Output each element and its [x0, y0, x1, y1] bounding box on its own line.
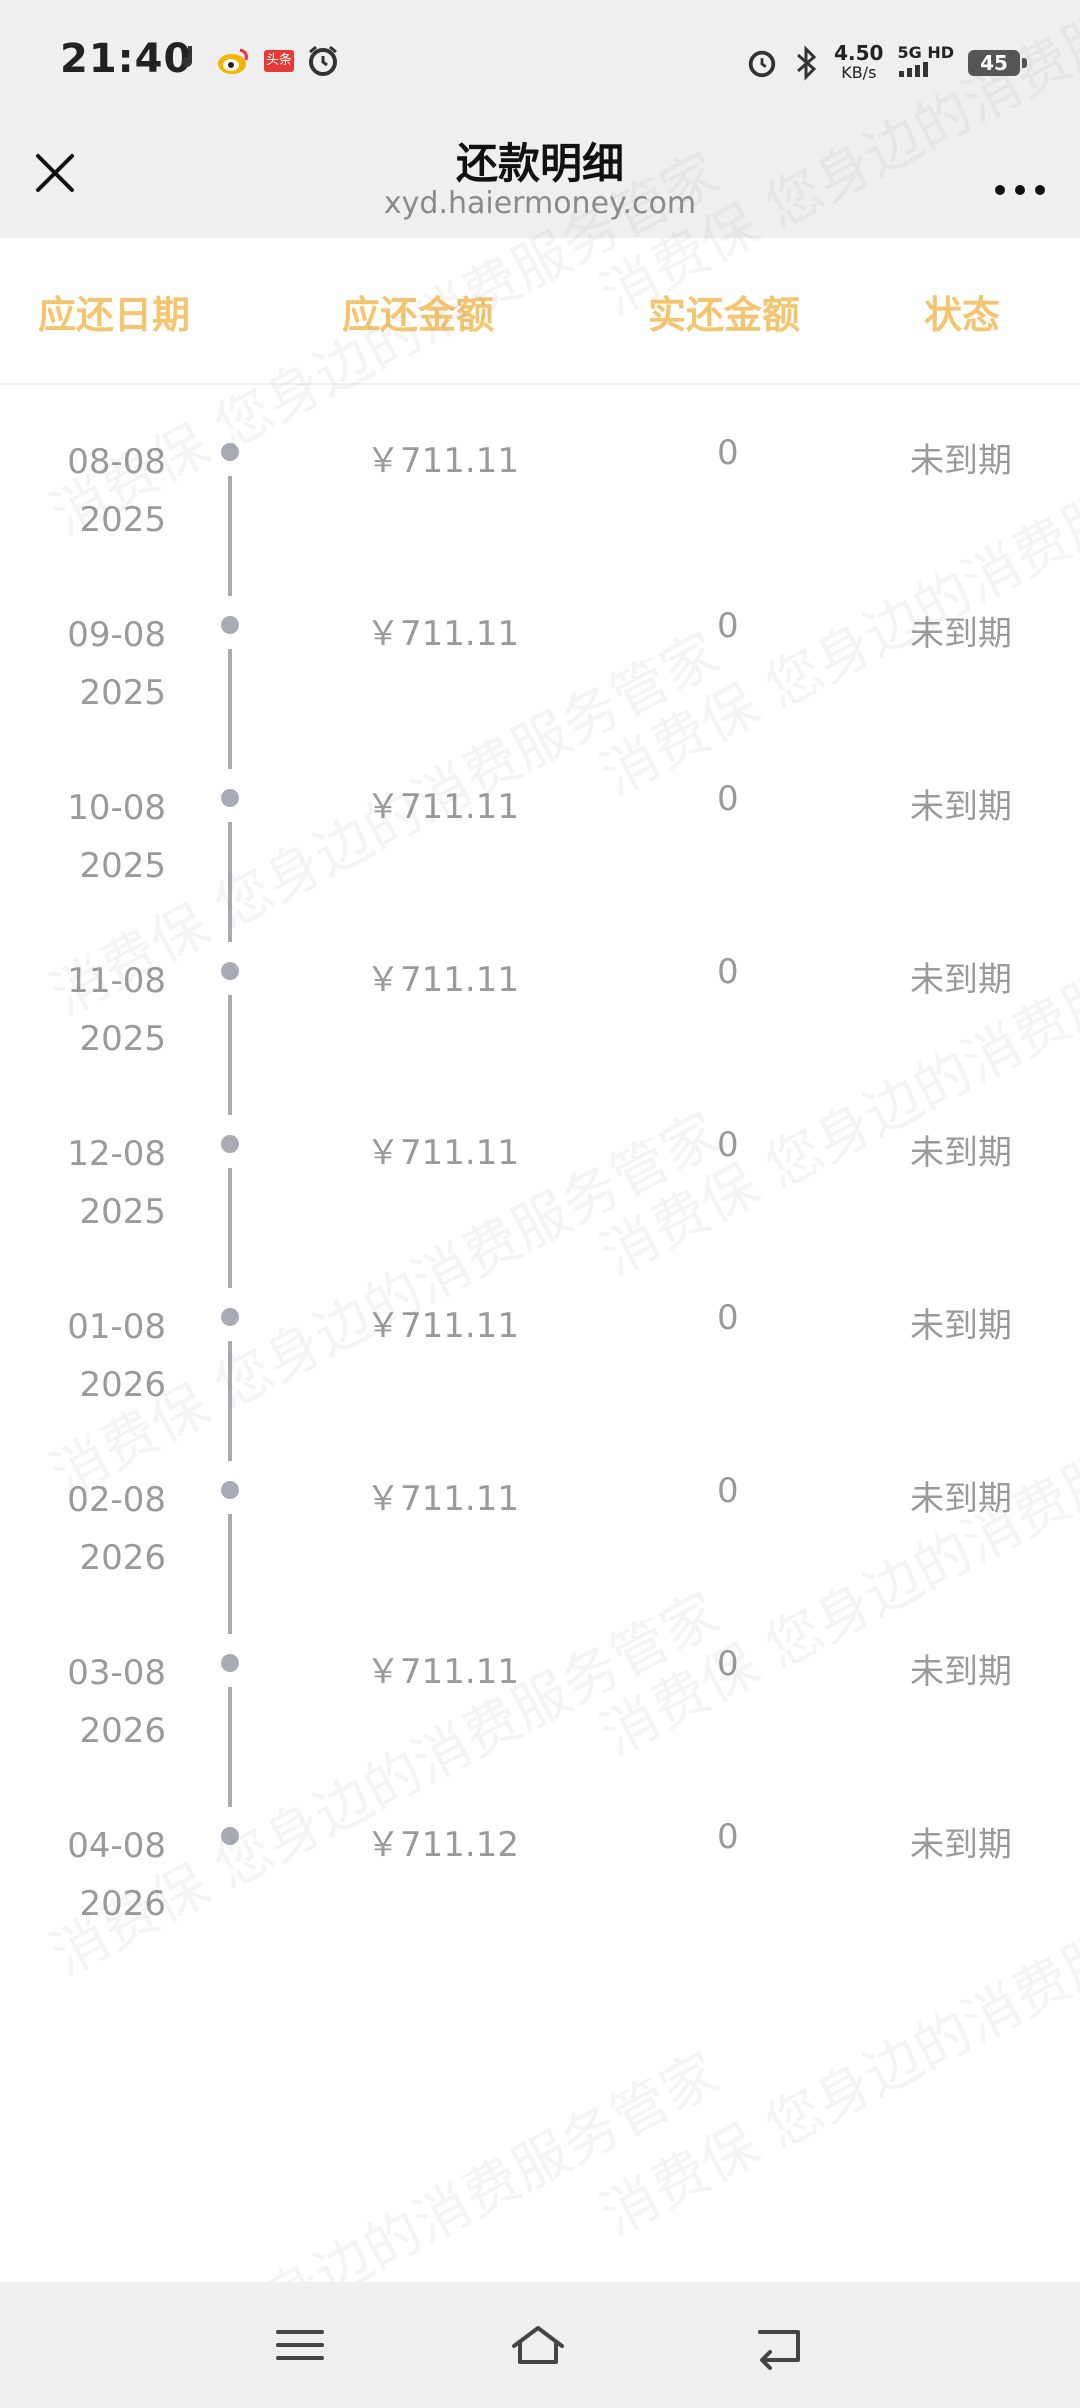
status-text: 未到期: [910, 614, 1012, 654]
more-options-button[interactable]: [990, 148, 1050, 198]
status-text: 未到期: [910, 1133, 1012, 1173]
due-amount: ￥711.11: [366, 787, 519, 827]
bluetooth-icon: [797, 45, 817, 81]
timeline-dot: [221, 1481, 239, 1499]
table-row: 02-08 2026 ￥711.11 0 未到期: [0, 1421, 1080, 1634]
timeline-dot: [221, 789, 239, 807]
due-date: 04-08 2026: [67, 1826, 166, 1924]
status-text: 未到期: [910, 1652, 1012, 1692]
status-text: 未到期: [910, 1825, 1012, 1865]
header-paid-amount: 实还金额: [648, 293, 801, 337]
status-text: 未到期: [910, 960, 1012, 1000]
table-row: 08-08 2025 ￥711.11 0 未到期: [0, 383, 1080, 596]
page-domain: xyd.haiermoney.com: [383, 186, 697, 221]
status-time: 21:40: [60, 36, 193, 82]
status-text: 未到期: [910, 1306, 1012, 1346]
table-row: 03-08 2026 ￥711.11 0 未到期: [0, 1594, 1080, 1807]
paid-amount: 0: [717, 1817, 739, 1857]
net-speed: 4.50 KB/s: [834, 41, 884, 82]
status-right-group: 4.50 KB/s 5G HD 45: [746, 38, 1027, 88]
header-due-amount: 应还金额: [342, 293, 495, 337]
navigation-bar: 还款明细 xyd.haiermoney.com: [0, 130, 1080, 238]
due-date: 12-08 2025: [67, 1134, 166, 1232]
status-text: 未到期: [910, 441, 1012, 481]
paid-amount: 0: [717, 1644, 739, 1684]
paid-amount: 0: [717, 1125, 739, 1165]
timeline-dot: [221, 1654, 239, 1672]
timeline-dot: [221, 1827, 239, 1845]
timeline-dot: [221, 443, 239, 461]
due-date: 11-08 2025: [67, 961, 166, 1059]
due-date: 10-08 2025: [67, 788, 166, 886]
alarm-icon: [748, 50, 776, 78]
timeline-dot: [221, 616, 239, 634]
due-date: 09-08 2025: [67, 615, 166, 713]
status-bar: 21:40 头条 4.50 KB/s 5G HD 45: [0, 0, 1080, 130]
signal-bars-icon: [899, 62, 929, 77]
due-amount: ￥711.11: [366, 1133, 519, 1173]
paid-amount: 0: [717, 1471, 739, 1511]
table-row: 12-08 2025 ￥711.11 0 未到期: [0, 1075, 1080, 1288]
system-nav-bar: [0, 2282, 1080, 2408]
timeline-dot: [221, 1135, 239, 1153]
home-icon[interactable]: [508, 2320, 568, 2370]
due-date: 02-08 2026: [67, 1480, 166, 1578]
paid-amount: 0: [717, 1298, 739, 1338]
due-amount: ￥711.11: [366, 960, 519, 1000]
table-row: 11-08 2025 ￥711.11 0 未到期: [0, 902, 1080, 1115]
header-status: 状态: [924, 293, 1001, 337]
menu-icon[interactable]: [270, 2320, 330, 2370]
toutiao-icon: 头条: [264, 50, 294, 72]
alarm-icon: [309, 45, 337, 76]
page-title: 还款明细: [455, 139, 624, 188]
battery-indicator: 45: [968, 50, 1027, 76]
music-note-icon: [182, 46, 192, 67]
timeline-dot: [221, 962, 239, 980]
signal-indicator: 5G HD: [897, 45, 954, 81]
paid-amount: 0: [717, 433, 739, 473]
table-row: 01-08 2026 ￥711.11 0 未到期: [0, 1248, 1080, 1461]
table-row: 04-08 2026 ￥711.12 0 未到期: [0, 1767, 1080, 1940]
due-amount: ￥711.12: [366, 1825, 519, 1865]
due-date: 08-08 2025: [67, 442, 166, 540]
status-text: 未到期: [910, 1479, 1012, 1519]
due-amount: ￥711.11: [366, 1652, 519, 1692]
paid-amount: 0: [717, 779, 739, 819]
due-amount: ￥711.11: [366, 614, 519, 654]
due-date: 03-08 2026: [67, 1653, 166, 1751]
timeline-dot: [221, 1308, 239, 1326]
paid-amount: 0: [717, 606, 739, 646]
table-row: 10-08 2025 ￥711.11 0 未到期: [0, 729, 1080, 942]
due-date: 01-08 2026: [67, 1307, 166, 1405]
paid-amount: 0: [717, 952, 739, 992]
due-amount: ￥711.11: [366, 441, 519, 481]
back-icon[interactable]: [750, 2320, 810, 2370]
weibo-icon: [218, 48, 248, 74]
due-amount: ￥711.11: [366, 1306, 519, 1346]
due-amount: ￥711.11: [366, 1479, 519, 1519]
table-row: 09-08 2025 ￥711.11 0 未到期: [0, 556, 1080, 769]
table-header: 应还日期 应还金额 实还金额 状态: [0, 238, 1080, 385]
status-text: 未到期: [910, 787, 1012, 827]
header-due-date: 应还日期: [38, 293, 191, 337]
